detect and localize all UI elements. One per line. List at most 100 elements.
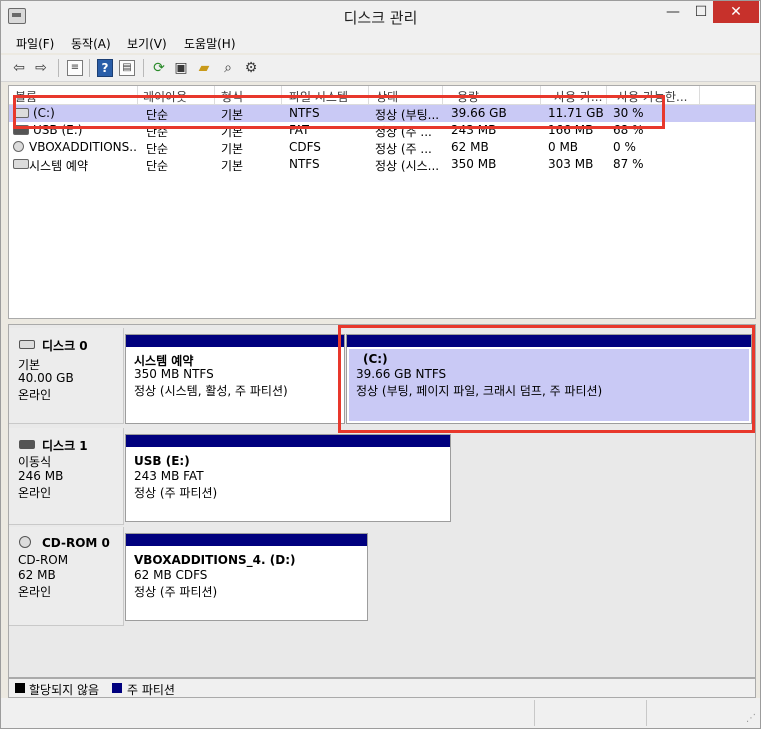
volume-free-space: 303 MB	[548, 157, 594, 171]
primary-partition-bar	[126, 435, 450, 447]
disk-1-label[interactable]: 디스크 1 이동식 246 MB 온라인	[9, 428, 124, 525]
forward-arrow-icon[interactable]: ⇨	[31, 58, 51, 78]
open-folder-icon[interactable]: ▰	[194, 58, 214, 78]
maximize-button[interactable]: ☐	[687, 1, 715, 23]
volume-percent-free: 68 %	[613, 123, 644, 137]
volume-layout: 단순	[146, 125, 169, 139]
column-type[interactable]: 형식	[221, 88, 276, 105]
volume-free-space: 11.71 GB	[548, 106, 604, 120]
volume-row-cdrom[interactable]: VBOXADDITIONS... 단순 기본 CDFS 정상 (주 ... 62…	[9, 139, 755, 156]
volume-type: 기본	[221, 142, 244, 156]
panel-icon[interactable]: ▤	[119, 60, 135, 76]
volume-type: 기본	[221, 125, 244, 139]
partition-status: 정상 (시스템, 활성, 주 파티션)	[134, 384, 288, 398]
window-title: 디스크 관리	[343, 9, 418, 27]
volume-capacity: 39.66 GB	[451, 106, 507, 120]
refresh-icon[interactable]: ⟳	[149, 58, 169, 78]
disk-status: 온라인	[18, 486, 52, 500]
volume-free-space: 0 MB	[548, 140, 579, 154]
cdrom-0-label[interactable]: CD-ROM 0 CD-ROM 62 MB 온라인	[9, 527, 124, 626]
primary-partition-bar	[347, 335, 751, 347]
volume-row-usb[interactable]: USB (E:) 단순 기본 FAT 정상 (주 ... 243 MB 166 …	[9, 122, 755, 139]
status-bar: ⋰	[1, 698, 760, 728]
partition-status: 정상 (부팅, 페이지 파일, 크래시 덤프, 주 파티션)	[356, 384, 603, 398]
resize-grip-icon[interactable]: ⋰	[746, 713, 756, 724]
volume-free-space: 166 MB	[548, 123, 594, 137]
volume-layout: 단순	[146, 108, 169, 122]
primary-partition-swatch	[112, 683, 122, 693]
drive-icon	[13, 108, 29, 118]
partition-detail: 39.66 GB NTFS	[356, 367, 447, 381]
partition-cdrom[interactable]: VBOXADDITIONS_4. (D:) 62 MB CDFS 정상 (주 파…	[125, 533, 368, 621]
volume-name: VBOXADDITIONS...	[29, 140, 137, 154]
close-button[interactable]: ✕	[713, 1, 759, 23]
column-percent-free[interactable]: 사용 가능한...	[617, 88, 699, 105]
options-icon[interactable]: ⚙	[241, 58, 261, 78]
column-divider[interactable]	[540, 86, 541, 104]
volume-status: 정상 (시스...	[375, 159, 440, 173]
column-volume[interactable]: 볼륨	[15, 88, 135, 105]
volume-file-system: FAT	[289, 123, 310, 137]
volume-capacity: 350 MB	[451, 157, 497, 171]
partition-body: VBOXADDITIONS_4. (D:) 62 MB CDFS 정상 (주 파…	[128, 548, 365, 618]
back-arrow-icon[interactable]: ⇦	[9, 58, 29, 78]
column-divider[interactable]	[699, 86, 700, 104]
volume-list-header: 볼륨 레이아웃 형식 파일 시스템 상태 용량 사용 가... 사용 가능한..…	[9, 86, 755, 105]
column-status[interactable]: 상태	[376, 88, 441, 105]
column-divider[interactable]	[281, 86, 282, 104]
cd-drive-icon	[19, 536, 31, 548]
volume-type: 기본	[221, 108, 244, 122]
disk-status: 온라인	[18, 585, 52, 599]
menu-action[interactable]: 동작(A)	[71, 35, 111, 52]
minimize-button[interactable]: —	[659, 1, 687, 23]
partition-title: VBOXADDITIONS_4. (D:)	[134, 553, 296, 567]
toolbar-separator	[143, 59, 144, 77]
properties-icon[interactable]: ▣	[171, 58, 191, 78]
column-capacity[interactable]: 용량	[457, 88, 537, 105]
volume-file-system: NTFS	[289, 106, 320, 120]
search-icon[interactable]: ⌕	[218, 58, 238, 78]
status-divider	[534, 700, 535, 726]
volume-status: 정상 (주 ...	[375, 142, 432, 156]
toolbar-separator	[58, 59, 59, 77]
volume-name: USB (E:)	[33, 123, 83, 137]
disk-type: CD-ROM	[18, 553, 69, 567]
disk-list-icon[interactable]: ≡	[67, 60, 83, 76]
menu-view[interactable]: 보기(V)	[127, 35, 167, 52]
menu-help[interactable]: 도움말(H)	[184, 35, 236, 52]
volume-percent-free: 0 %	[613, 140, 636, 154]
column-layout[interactable]: 레이아웃	[143, 88, 213, 105]
primary-partition-bar	[126, 335, 344, 347]
legend: 할당되지 않음 주 파티션	[8, 678, 756, 698]
column-divider[interactable]	[368, 86, 369, 104]
partition-body: USB (E:) 243 MB FAT 정상 (주 파티션)	[128, 449, 448, 519]
column-divider[interactable]	[137, 86, 138, 104]
volume-layout: 단순	[146, 159, 169, 173]
disk-management-window: 디스크 관리 — ☐ ✕ 파일(F) 동작(A) 보기(V) 도움말(H) ⇦ …	[0, 0, 761, 729]
disk-name: CD-ROM 0	[42, 536, 110, 550]
partition-detail: 243 MB FAT	[134, 469, 204, 483]
volume-status: 정상 (주 ...	[375, 125, 432, 139]
column-divider[interactable]	[214, 86, 215, 104]
column-free-space[interactable]: 사용 가...	[554, 88, 604, 105]
volume-row-c[interactable]: (C:) 단순 기본 NTFS 정상 (부팅... 39.66 GB 11.71…	[9, 105, 755, 122]
volume-percent-free: 30 %	[613, 106, 644, 120]
usb-disk-icon	[19, 440, 35, 449]
toolbar: ⇦ ⇨ ≡ ? ▤ ⟳ ▣ ▰ ⌕ ⚙	[1, 55, 760, 82]
column-divider[interactable]	[606, 86, 607, 104]
partition-usb[interactable]: USB (E:) 243 MB FAT 정상 (주 파티션)	[125, 434, 451, 522]
volume-row-system-reserved[interactable]: 시스템 예약 단순 기본 NTFS 정상 (시스... 350 MB 303 M…	[9, 156, 755, 173]
partition-system-reserved[interactable]: 시스템 예약 350 MB NTFS 정상 (시스템, 활성, 주 파티션)	[125, 334, 345, 424]
column-file-system[interactable]: 파일 시스템	[289, 88, 367, 105]
volume-file-system: NTFS	[289, 157, 320, 171]
help-icon[interactable]: ?	[97, 59, 113, 77]
menu-file[interactable]: 파일(F)	[16, 35, 54, 52]
disk-0-label[interactable]: 디스크 0 기본 40.00 GB 온라인	[9, 328, 124, 424]
volume-layout: 단순	[146, 142, 169, 156]
partition-c[interactable]: (C:) 39.66 GB NTFS 정상 (부팅, 페이지 파일, 크래시 덤…	[346, 334, 752, 424]
volume-capacity: 62 MB	[451, 140, 489, 154]
partition-status: 정상 (주 파티션)	[134, 486, 218, 500]
column-divider[interactable]	[442, 86, 443, 104]
disk-status: 온라인	[18, 388, 52, 402]
partition-status: 정상 (주 파티션)	[134, 585, 218, 599]
